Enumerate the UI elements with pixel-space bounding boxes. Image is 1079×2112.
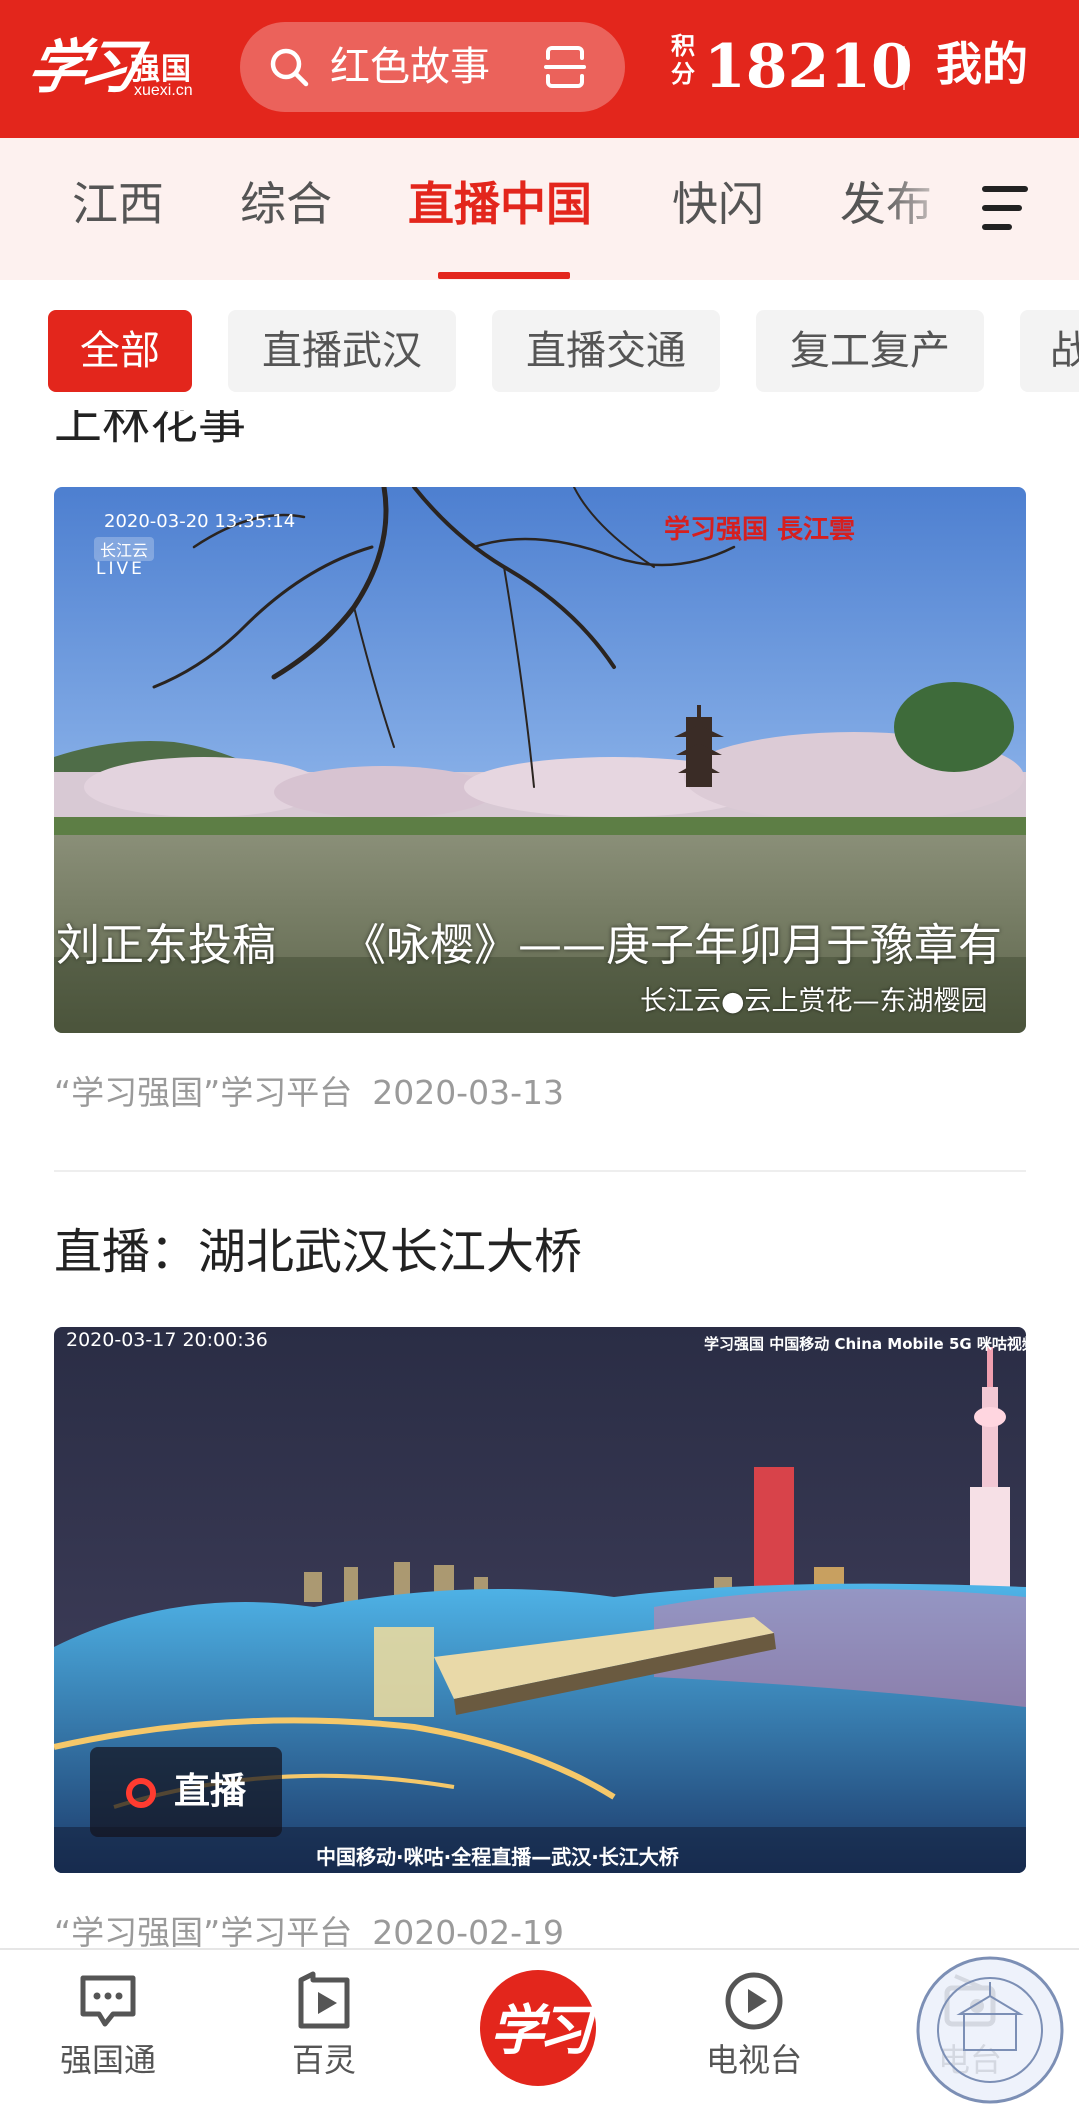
header-divider xyxy=(903,46,905,90)
content-feed: 上林花事 2020-03-20 13:35:14 长江云 LIVE 学习强国 長… xyxy=(0,410,1079,1948)
nav-label: 强国通 xyxy=(59,2041,156,2079)
chip-resume-work[interactable]: 复工复产 xyxy=(756,310,984,392)
top-header: 学习 强国 xuexi.cn 红色故事 积分 18210 我的 xyxy=(0,0,1079,138)
osd-timestamp: 2020-03-20 13:35:14 xyxy=(104,511,296,532)
mine-button[interactable]: 我的 xyxy=(936,34,1028,94)
osd-timestamp: 2020-03-17 20:00:36 xyxy=(66,1329,268,1351)
channel-menu-icon[interactable] xyxy=(982,186,1032,230)
nav-bailing[interactable]: 百灵 xyxy=(254,1970,394,2100)
chip-live-traffic[interactable]: 直播交通 xyxy=(492,310,720,392)
scan-icon[interactable] xyxy=(542,44,588,90)
osd-source: 长江云 xyxy=(94,537,155,561)
nav-qiangguotong[interactable]: 强国通 xyxy=(38,1970,178,2100)
subcategory-bar: 全部 直播武汉 直播交通 复工复产 战 xyxy=(0,280,1079,410)
video-caption: 长江云●云上赏花—东湖樱园 xyxy=(640,986,988,1017)
university-seal-watermark xyxy=(916,1956,1064,2104)
article-meta: “学习强国”学习平台 2020-02-19 xyxy=(54,1913,564,1948)
osd-live-tag: LIVE xyxy=(96,559,145,579)
article-meta: “学习强国”学习平台 2020-03-13 xyxy=(54,1073,564,1113)
feed-divider xyxy=(54,1170,1026,1172)
publish-date: 2020-03-13 xyxy=(372,1073,564,1112)
tab-zonghe[interactable]: 综合 xyxy=(240,174,332,234)
search-bar[interactable]: 红色故事 xyxy=(240,22,625,112)
article-title[interactable]: 上林花事 xyxy=(54,410,246,452)
active-tab-indicator xyxy=(438,272,570,279)
video-caption: 中国移动·咪咕·全程直播—武汉·长江大桥 xyxy=(316,1845,679,1869)
tab-jiangxi[interactable]: 江西 xyxy=(72,174,164,234)
source-label: “学习强国”学习平台 xyxy=(54,1913,353,1948)
bottom-navigation: 强国通 百灵 学习 电视台 电台 xyxy=(0,1948,1079,2112)
publish-date: 2020-02-19 xyxy=(372,1913,564,1948)
tab-live-china[interactable]: 直播中国 xyxy=(408,174,592,234)
nav-label: 电视台 xyxy=(705,2041,802,2079)
search-placeholder: 红色故事 xyxy=(330,44,490,90)
search-icon xyxy=(270,48,309,87)
play-circle-icon xyxy=(725,1972,783,2030)
video-thumbnail-wuhan-bridge[interactable]: 2020-03-17 20:00:36 学习强国 中国移动 China Mobi… xyxy=(54,1327,1026,1873)
live-label: 直播 xyxy=(174,1771,247,1812)
chat-icon xyxy=(80,1975,136,2027)
osd-brand: 学习强国 長江雲 xyxy=(664,515,856,545)
channel-tabs: 江西 综合 直播中国 快闪 发布 xyxy=(0,138,1079,280)
chip-all[interactable]: 全部 xyxy=(48,310,192,392)
nav-label: 百灵 xyxy=(291,2041,356,2079)
play-square-icon xyxy=(298,1971,350,2029)
video-thumbnail-cherry-blossom[interactable]: 2020-03-20 13:35:14 长江云 LIVE 学习强国 長江雲 刘正… xyxy=(54,487,1026,1033)
nav-xuexi-center[interactable]: 学习 xyxy=(480,1970,596,2086)
xuexi-logo-icon: 学习 xyxy=(490,1998,592,2062)
video-subtitle: 刘正东投稿 《咏樱》——庚子年卯月于豫章有 xyxy=(56,920,1002,971)
nav-tv[interactable]: 电视台 xyxy=(684,1970,824,2100)
logo-domain: xuexi.cn xyxy=(134,82,193,99)
article-title[interactable]: 直播：湖北武汉长江大桥 xyxy=(54,1220,582,1284)
points-value: 18210 xyxy=(704,32,913,102)
chip-partial[interactable]: 战 xyxy=(1020,310,1079,392)
logo-script: 学习 xyxy=(21,33,141,101)
osd-brand: 学习强国 中国移动 China Mobile 5G 咪咕视频 xyxy=(704,1335,1026,1353)
tabs-fade xyxy=(880,138,960,280)
live-badge: 直播 xyxy=(90,1747,282,1837)
chip-live-wuhan[interactable]: 直播武汉 xyxy=(228,310,456,392)
live-dot-icon xyxy=(126,1778,156,1808)
source-label: “学习强国”学习平台 xyxy=(54,1073,353,1112)
points-label: 积分 xyxy=(671,32,695,88)
tab-kuaishan[interactable]: 快闪 xyxy=(672,174,764,234)
xuexi-logo[interactable]: 学习 强国 xuexi.cn xyxy=(22,18,205,114)
